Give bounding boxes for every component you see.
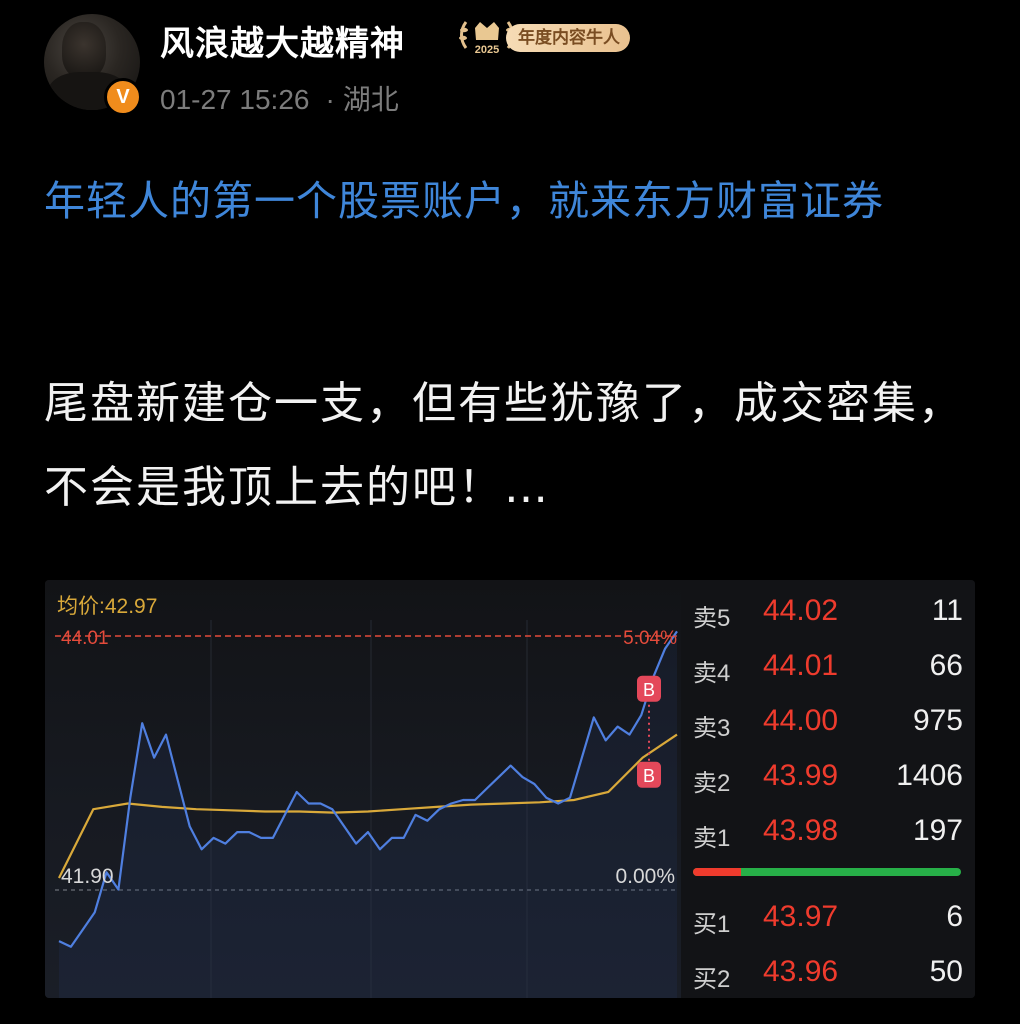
order-book[interactable]: 卖5 44.02 11 卖4 44.01 66 卖3 44.00 975 卖2 … xyxy=(681,580,975,998)
bid-volume: 50 xyxy=(929,955,963,988)
high-price-label: 44.01 xyxy=(61,628,109,649)
author-name[interactable]: 风浪越大越精神 xyxy=(160,16,405,65)
ask-label: 卖3 xyxy=(693,715,731,742)
ask-price: 43.99 xyxy=(763,759,839,792)
ask-price: 44.01 xyxy=(763,649,839,682)
price-area xyxy=(59,631,677,998)
bid-row[interactable]: 买2 43.96 50 xyxy=(693,951,963,995)
ask-volume: 1406 xyxy=(896,759,963,792)
post-page: V 风浪越大越精神 2025 年度内容牛人 01-27 15:26 · 湖北 年轻人… xyxy=(0,0,1020,1024)
bid-price: 43.96 xyxy=(763,955,839,988)
ask-row[interactable]: 卖3 44.00 975 xyxy=(693,700,963,744)
award-label: 年度内容牛人 xyxy=(506,24,630,52)
ask-label: 卖1 xyxy=(693,825,731,852)
avg-price-label: 均价:42.97 xyxy=(57,595,158,618)
base-price-label: 41.90 xyxy=(61,865,114,888)
avatar-head xyxy=(62,22,106,78)
meta-separator: · xyxy=(325,84,335,115)
bid-price: 43.97 xyxy=(763,900,839,933)
ask-price: 44.02 xyxy=(763,594,839,627)
buy-marker-label: B xyxy=(643,680,655,700)
post-meta: 01-27 15:26 · 湖北 xyxy=(160,78,399,118)
intraday-chart-svg: BB xyxy=(55,620,678,998)
bid-label: 买2 xyxy=(693,966,731,993)
ask-label: 卖2 xyxy=(693,770,731,797)
award-badge[interactable]: 2025 年度内容牛人 xyxy=(458,18,634,58)
buy-marker-label: B xyxy=(643,766,655,786)
ask-row[interactable]: 卖1 43.98 197 xyxy=(693,810,963,854)
stock-widget[interactable]: BB 均价:42.97 44.01 5.04% 41.90 0.00% 卖5 4… xyxy=(45,580,975,998)
ask-row[interactable]: 卖2 43.99 1406 xyxy=(693,755,963,799)
sell-ratio-fill xyxy=(693,868,742,876)
ask-volume: 197 xyxy=(912,814,963,847)
post-location: 湖北 xyxy=(342,84,399,115)
bid-volume: 6 xyxy=(946,900,963,933)
post-date: 01-27 15:26 xyxy=(160,84,310,115)
ask-price: 44.00 xyxy=(763,704,839,737)
intraday-chart[interactable]: BB 均价:42.97 44.01 5.04% 41.90 0.00% xyxy=(45,580,681,998)
bid-label: 买1 xyxy=(693,911,731,938)
award-year: 2025 xyxy=(475,44,499,56)
ask-label: 卖5 xyxy=(693,605,731,632)
post-body[interactable]: 尾盘新建仓一支，但有些犹豫了，成交密集，不会是我顶上去的吧！… xyxy=(44,362,989,530)
base-pct-label: 0.00% xyxy=(615,865,675,888)
verified-badge-icon: V xyxy=(104,78,142,116)
bid-row[interactable]: 买1 43.97 6 xyxy=(693,896,963,940)
ask-volume: 11 xyxy=(931,594,963,627)
ask-label: 卖4 xyxy=(693,660,731,687)
ask-volume: 975 xyxy=(912,704,963,737)
buy-sell-ratio-bar xyxy=(693,868,961,876)
ask-row[interactable]: 卖5 44.02 11 xyxy=(693,590,963,634)
ask-row[interactable]: 卖4 44.01 66 xyxy=(693,645,963,689)
high-pct-label: 5.04% xyxy=(623,628,677,649)
ask-price: 43.98 xyxy=(763,814,839,847)
ask-volume: 66 xyxy=(929,649,963,682)
promo-link[interactable]: 年轻人的第一个股票账户，就来东方财富证券 xyxy=(44,168,984,234)
